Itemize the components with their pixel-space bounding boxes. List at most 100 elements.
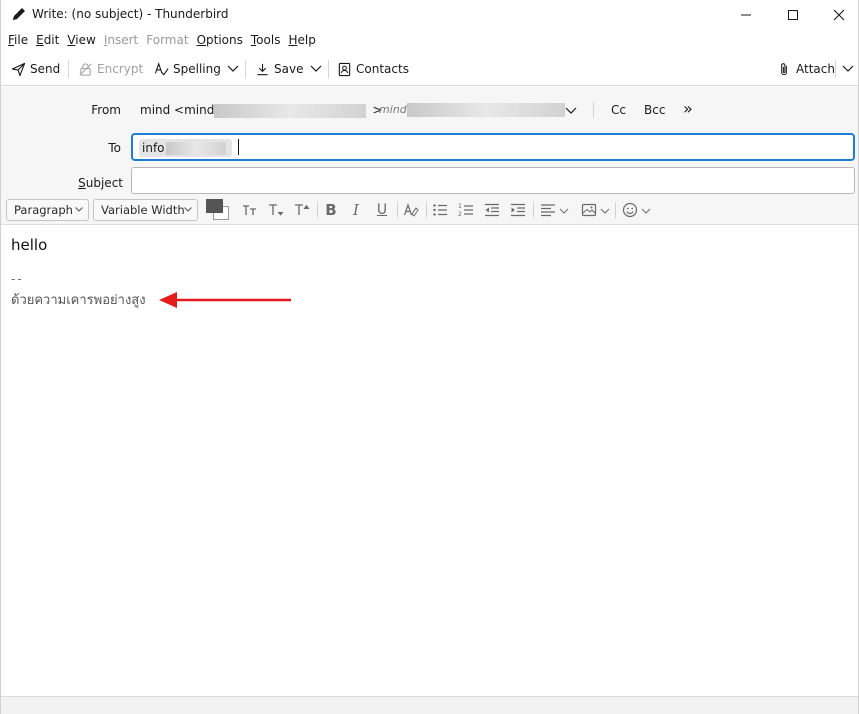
cc-button[interactable]: Cc: [611, 103, 626, 117]
menu-insert[interactable]: Insert: [100, 30, 142, 50]
svg-text:1: 1: [458, 203, 462, 210]
menu-bar: File Edit View Insert Format Options Too…: [1, 30, 858, 50]
save-button[interactable]: Save: [255, 57, 303, 81]
font-size-down-button[interactable]: [266, 200, 286, 220]
from-identity-detail: mind: [379, 103, 565, 117]
indent-icon: [511, 203, 525, 217]
paragraph-format-select[interactable]: Paragraph: [6, 199, 89, 221]
send-button[interactable]: Send: [11, 57, 60, 81]
menu-options[interactable]: Options: [193, 30, 247, 50]
format-toolbar: Paragraph Variable Width B I U 1 2: [1, 197, 858, 225]
attach-dropdown-icon[interactable]: [841, 61, 855, 75]
increase-indent-button[interactable]: [508, 200, 528, 220]
menu-file[interactable]: File: [4, 30, 32, 50]
numbered-list-icon: 12: [458, 203, 473, 218]
from-label: From: [91, 103, 121, 117]
menu-format[interactable]: Format: [142, 30, 192, 50]
menu-help[interactable]: Help: [284, 30, 319, 50]
alignment-dropdown-icon[interactable]: [558, 205, 570, 217]
from-identity-select[interactable]: mind <mind >: [140, 103, 382, 118]
close-icon: [833, 9, 845, 21]
text-size-up-icon: [295, 204, 310, 215]
to-input[interactable]: info: [131, 133, 855, 161]
menu-edit[interactable]: Edit: [32, 30, 63, 50]
subject-input[interactable]: [131, 167, 855, 194]
insert-emoji-button[interactable]: [620, 200, 640, 220]
toolbar-separator: [328, 60, 329, 78]
font-family-select[interactable]: Variable Width: [93, 199, 198, 221]
minimize-button[interactable]: [723, 0, 769, 30]
text-cursor: [238, 139, 239, 155]
window-title: Write: (no subject) - Thunderbird: [32, 7, 229, 21]
header-separator: [593, 102, 594, 118]
minimize-icon: [741, 14, 751, 16]
annotation-arrow-icon: [159, 292, 291, 308]
status-bar: [1, 696, 858, 714]
text-size-down-icon: [269, 204, 284, 216]
insert-dropdown-icon[interactable]: [599, 205, 611, 217]
spellcheck-icon: [154, 61, 169, 76]
close-button[interactable]: [816, 0, 858, 30]
alignment-button[interactable]: [538, 200, 558, 220]
title-bar: Write: (no subject) - Thunderbird: [1, 0, 858, 30]
insert-image-button[interactable]: [579, 200, 599, 220]
body-greeting: hello: [11, 236, 48, 254]
clear-format-icon: [403, 203, 419, 217]
text-color-swatch: [206, 199, 223, 213]
menu-tools[interactable]: Tools: [247, 30, 285, 50]
chevron-down-icon: [184, 207, 192, 212]
lock-icon: [79, 62, 92, 76]
message-body-editor[interactable]: hello -- ด้วยความเคารพอย่างสูง: [1, 226, 858, 696]
bold-button[interactable]: B: [321, 200, 341, 220]
bcc-button[interactable]: Bcc: [644, 103, 665, 117]
italic-button[interactable]: I: [346, 200, 366, 220]
spelling-button[interactable]: Spelling: [154, 57, 221, 81]
align-left-icon: [541, 204, 555, 217]
underline-icon: U: [376, 202, 388, 218]
recipient-pill[interactable]: info: [139, 139, 232, 157]
compose-window: Write: (no subject) - Thunderbird File E…: [0, 0, 859, 714]
toolbar-separator: [835, 60, 836, 78]
remove-formatting-button[interactable]: [401, 200, 421, 220]
encrypt-button[interactable]: Encrypt: [78, 57, 143, 81]
toolbar-separator: [245, 60, 246, 78]
italic-icon: I: [353, 201, 359, 219]
format-separator: [533, 202, 534, 218]
address-book-icon: [338, 62, 351, 76]
spelling-dropdown-icon[interactable]: [226, 61, 240, 75]
outdent-icon: [485, 203, 499, 217]
redacted-email: [406, 103, 565, 117]
numbered-list-button[interactable]: 12: [456, 200, 476, 220]
contacts-button[interactable]: Contacts: [337, 57, 409, 81]
font-size-up-button[interactable]: [292, 200, 312, 220]
maximize-button[interactable]: [770, 0, 816, 30]
decrease-indent-button[interactable]: [482, 200, 502, 220]
paperclip-icon: [781, 62, 787, 75]
compose-toolbar: Send Encrypt Spelling Save Contacts Atta…: [1, 52, 858, 86]
signature-separator: --: [11, 272, 24, 286]
emoji-dropdown-icon[interactable]: [640, 205, 652, 217]
format-separator: [317, 202, 318, 218]
font-size-smaller-button[interactable]: [240, 200, 260, 220]
subject-label: Subject: [78, 176, 123, 190]
smiley-icon: [622, 202, 638, 218]
pencil-icon: [11, 6, 27, 22]
chevron-down-icon: [75, 207, 83, 212]
svg-text:2: 2: [458, 211, 462, 218]
download-icon: [257, 63, 268, 75]
format-separator: [426, 202, 427, 218]
redacted-email: [165, 142, 226, 155]
from-dropdown-icon[interactable]: [564, 103, 578, 117]
menu-view[interactable]: View: [63, 30, 99, 50]
attach-button[interactable]: Attach: [777, 57, 835, 81]
save-dropdown-icon[interactable]: [309, 61, 323, 75]
more-recipients-button[interactable]: »: [683, 99, 693, 118]
underline-button[interactable]: U: [372, 200, 392, 220]
maximize-icon: [788, 10, 798, 20]
bullet-list-button[interactable]: [430, 200, 450, 220]
send-icon: [11, 62, 26, 76]
text-color-picker[interactable]: [206, 199, 232, 221]
bullet-list-icon: [433, 204, 447, 216]
toolbar-separator: [68, 60, 69, 78]
to-label: To: [108, 141, 121, 155]
